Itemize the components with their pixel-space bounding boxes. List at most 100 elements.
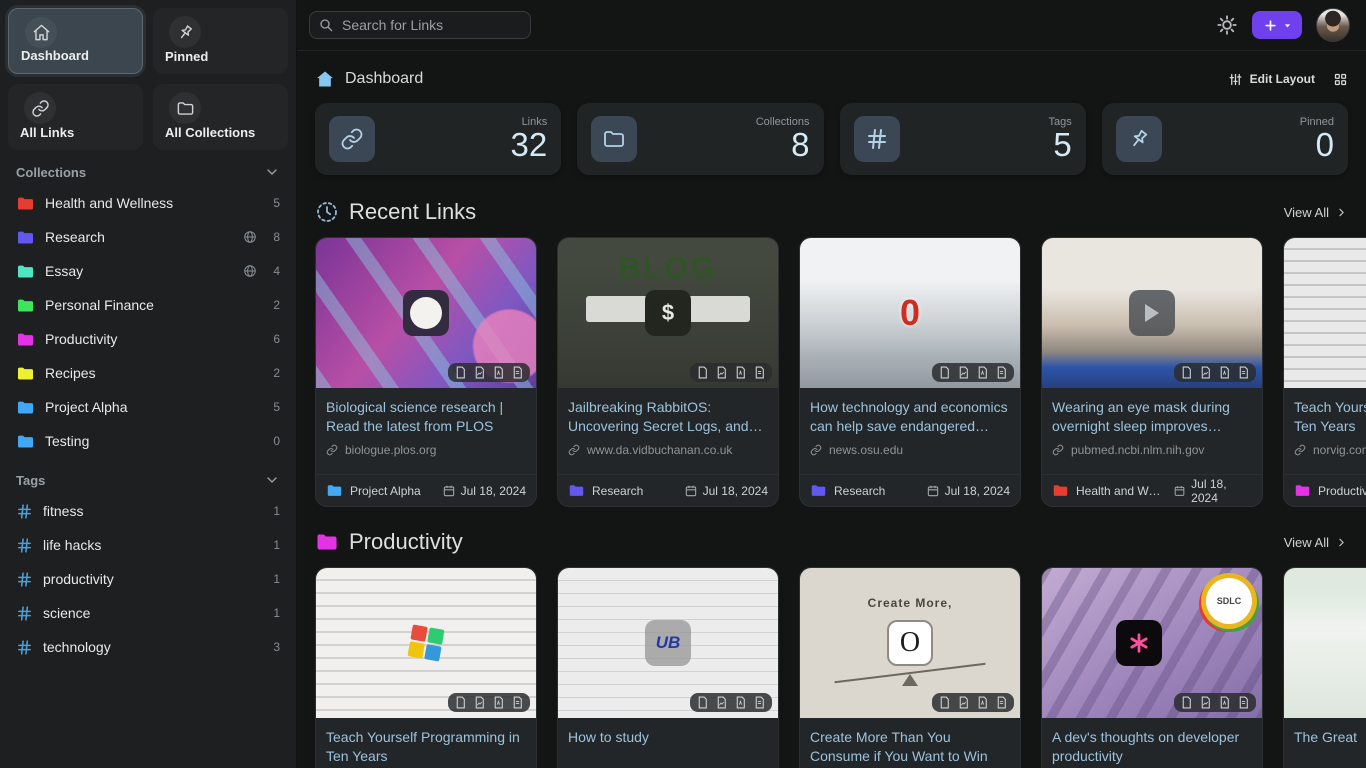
collection-item[interactable]: Health and Wellness 5: [8, 186, 288, 220]
link-icon: [568, 444, 580, 456]
tag-name: science: [43, 605, 263, 621]
link-title[interactable]: How to study: [568, 728, 768, 766]
stat-value: 0: [1300, 128, 1334, 162]
collection-item[interactable]: Testing 0: [8, 424, 288, 458]
link-card[interactable]: 0 How technology and economics can help …: [799, 237, 1021, 507]
nav-label: Dashboard: [19, 48, 132, 65]
link-icon: [24, 92, 56, 124]
view-all-productivity[interactable]: View All: [1284, 535, 1348, 550]
search-input[interactable]: [309, 11, 531, 39]
tag-item[interactable]: science 1: [8, 596, 288, 630]
link-icon: [1294, 444, 1306, 456]
tag-count: 1: [273, 606, 280, 620]
sidebar-item-all-collections[interactable]: All Collections: [153, 84, 288, 150]
site-logo: [1129, 290, 1175, 336]
collection-item[interactable]: Personal Finance 2: [8, 288, 288, 322]
folder-icon: [568, 482, 585, 499]
link-url[interactable]: norvig.com: [1294, 443, 1366, 457]
text-file-icon: [511, 696, 524, 709]
link-card[interactable]: Create More, O Create More Than You Cons…: [799, 567, 1021, 768]
arrow-icon: [1145, 304, 1159, 322]
link-card[interactable]: SDLC A dev's thoughts on developer prod: [1041, 567, 1263, 768]
sun-icon[interactable]: [1216, 14, 1238, 36]
link-url[interactable]: news.osu.edu: [810, 443, 1010, 457]
link-thumbnail: SDLC: [1042, 568, 1262, 718]
link-card[interactable]: Wearing an eye mask during overnight sle…: [1041, 237, 1263, 507]
main-area: Dashboard Edit Layout: [297, 0, 1366, 768]
link-card[interactable]: Teach Yourself Programming in Ten Years: [315, 567, 537, 768]
html-file-icon: [938, 366, 951, 379]
productivity-row: Teach Yourself Programming in Ten Years …: [315, 567, 1366, 768]
link-title[interactable]: The Great: [1294, 728, 1366, 766]
collection-count: 5: [273, 400, 280, 414]
link-title[interactable]: Wearing an eye mask during overnight sle…: [1052, 398, 1252, 436]
link-card[interactable]: Biological science research | Read the l…: [315, 237, 537, 507]
link-url[interactable]: www.da.vidbuchanan.co.uk: [568, 443, 768, 457]
tag-count: 1: [273, 538, 280, 552]
tag-item[interactable]: productivity 1: [8, 562, 288, 596]
link-title[interactable]: Teach Yourself Programming in Ten Years: [1294, 398, 1366, 436]
link-title[interactable]: How technology and economics can help sa…: [810, 398, 1010, 436]
site-logo: [407, 624, 444, 661]
tag-count: 1: [273, 572, 280, 586]
sidebar-item-pinned[interactable]: Pinned: [153, 8, 288, 74]
site-logo: $: [645, 290, 691, 336]
collection-chip[interactable]: Project Alpha: [350, 484, 421, 498]
link-card[interactable]: BLOG $ Jailbreaking RabbitOS: Uncovering…: [557, 237, 779, 507]
sidebar-item-all-links[interactable]: All Links: [8, 84, 143, 150]
collection-chip[interactable]: Research: [834, 484, 885, 498]
collection-name: Recipes: [45, 365, 263, 381]
link-card[interactable]: The Great: [1283, 567, 1366, 768]
image-file-icon: [1199, 696, 1212, 709]
link-title[interactable]: Teach Yourself Programming in Ten Years: [326, 728, 526, 766]
clock-icon: [315, 200, 339, 224]
sidebar: Dashboard Pinned All Links All Collectio…: [0, 0, 297, 768]
site-logo: [403, 290, 449, 336]
file-format-icons: [932, 693, 1014, 712]
view-all-recent-links[interactable]: View All: [1284, 205, 1348, 220]
tag-item[interactable]: technology 3: [8, 630, 288, 664]
recent-links-row: Biological science research | Read the l…: [315, 237, 1366, 507]
link-title[interactable]: Create More Than You Consume if You Want…: [810, 728, 1010, 766]
text-file-icon: [1237, 696, 1250, 709]
tag-name: fitness: [43, 503, 263, 519]
collection-item[interactable]: Recipes 2: [8, 356, 288, 390]
collection-chip[interactable]: Productivity: [1318, 484, 1366, 498]
html-file-icon: [696, 366, 709, 379]
edit-layout-button[interactable]: Edit Layout: [1228, 72, 1315, 87]
collection-chip[interactable]: Health and Well…: [1076, 484, 1166, 498]
folder-icon: [16, 432, 35, 451]
user-avatar[interactable]: [1316, 8, 1350, 42]
collection-chip[interactable]: Research: [592, 484, 643, 498]
folder-icon: [1052, 482, 1069, 499]
search-box: [309, 11, 531, 39]
collection-item[interactable]: Productivity 6: [8, 322, 288, 356]
add-new-button[interactable]: [1252, 11, 1302, 39]
collection-item[interactable]: Essay 4: [8, 254, 288, 288]
grid-view-button[interactable]: [1333, 72, 1348, 87]
file-format-icons: [448, 693, 530, 712]
link-card[interactable]: Teach Yourself Programming in Ten Years …: [1283, 237, 1366, 507]
link-card-footer: Project Alpha Jul 18, 2024: [316, 474, 536, 506]
section-title: Recent Links: [349, 199, 476, 225]
site-logo: [1116, 620, 1162, 666]
link-url[interactable]: pubmed.ncbi.nlm.nih.gov: [1052, 443, 1252, 457]
link-card[interactable]: UB How to study: [557, 567, 779, 768]
file-format-icons: [1174, 363, 1256, 382]
chevron-down-icon[interactable]: [264, 472, 280, 488]
text-file-icon: [753, 696, 766, 709]
collection-item[interactable]: Project Alpha 5: [8, 390, 288, 424]
collection-item[interactable]: Research 8: [8, 220, 288, 254]
file-format-icons: [690, 363, 772, 382]
pdf-file-icon: [492, 366, 505, 379]
folder-icon: [16, 228, 35, 247]
home-icon: [315, 69, 335, 89]
link-title[interactable]: A dev's thoughts on developer productivi…: [1052, 728, 1252, 766]
tag-item[interactable]: life hacks 1: [8, 528, 288, 562]
chevron-down-icon[interactable]: [264, 164, 280, 180]
link-url[interactable]: biologue.plos.org: [326, 443, 526, 457]
link-title[interactable]: Jailbreaking RabbitOS: Uncovering Secret…: [568, 398, 768, 436]
link-title[interactable]: Biological science research | Read the l…: [326, 398, 526, 436]
sidebar-item-dashboard[interactable]: Dashboard: [8, 8, 143, 74]
tag-item[interactable]: fitness 1: [8, 494, 288, 528]
